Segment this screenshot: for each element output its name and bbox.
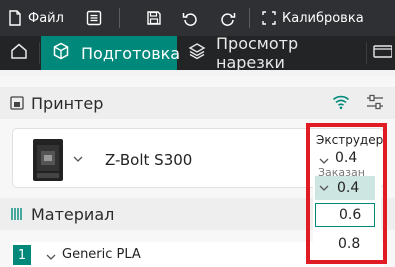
home-icon bbox=[10, 42, 28, 64]
nozzle-option[interactable]: 0.4 bbox=[315, 176, 375, 200]
extruder-current-value[interactable]: 0.4 bbox=[335, 150, 357, 166]
tab-prepare[interactable]: Подготовка bbox=[41, 36, 181, 70]
printer-name: Z-Bolt S300 bbox=[105, 151, 193, 169]
chevron-down-icon bbox=[73, 153, 83, 166]
tab-home[interactable] bbox=[0, 36, 38, 70]
material-index-badge: 1 bbox=[13, 245, 31, 265]
printer-icon bbox=[10, 95, 24, 114]
printer-section-title: Принтер bbox=[31, 93, 104, 113]
nozzle-option-label: 0.6 bbox=[339, 207, 362, 223]
printer-thumbnail bbox=[33, 139, 63, 181]
calibration-icon bbox=[262, 11, 276, 25]
wifi-icon[interactable] bbox=[332, 94, 350, 114]
tab-preview-label: Просмотр нарезки bbox=[216, 34, 299, 72]
redo-button[interactable] bbox=[220, 0, 236, 36]
redo-icon bbox=[220, 10, 236, 26]
window-icon bbox=[372, 43, 393, 63]
tab-divider bbox=[366, 42, 367, 64]
calibration-label: Калибровка bbox=[282, 10, 364, 26]
chevron-down-icon bbox=[46, 251, 56, 264]
tab-extra[interactable] bbox=[372, 36, 395, 70]
undo-button[interactable] bbox=[182, 0, 198, 36]
file-icon bbox=[8, 10, 22, 26]
cube-icon bbox=[52, 42, 70, 64]
chevron-down-icon bbox=[319, 180, 329, 196]
file-menu[interactable]: Файл bbox=[8, 0, 64, 36]
material-name: Generic PLA bbox=[62, 247, 141, 262]
nozzle-options-list: 0.4 0.6 0.8 bbox=[315, 176, 377, 256]
menu-icon bbox=[86, 10, 102, 26]
printer-section-header: Принтер bbox=[0, 87, 395, 119]
save-icon bbox=[146, 10, 162, 26]
toolbar-divider bbox=[249, 8, 250, 28]
undo-icon bbox=[182, 10, 198, 26]
tab-bar: Подготовка Просмотр нарезки bbox=[0, 34, 395, 72]
file-menu-label: Файл bbox=[28, 10, 64, 26]
nozzle-option-label: 0.4 bbox=[337, 180, 360, 196]
nozzle-option[interactable]: 0.8 bbox=[315, 232, 375, 256]
nozzle-option-label: 0.8 bbox=[338, 236, 361, 252]
extruder-dropdown: Экструдер 0.4 Заказан 0.4 0.6 0.8 bbox=[313, 130, 384, 260]
tab-preview[interactable]: Просмотр нарезки bbox=[178, 34, 356, 72]
tab-prepare-label: Подготовка bbox=[81, 43, 181, 63]
calibration-button[interactable]: Калибровка bbox=[262, 0, 364, 36]
save-button[interactable] bbox=[146, 0, 162, 36]
app-window: Файл Калибровка Подготовка Просмотр наре… bbox=[0, 0, 395, 267]
material-section-title: Материал bbox=[31, 204, 115, 224]
settings-sliders-icon[interactable] bbox=[366, 94, 384, 114]
nozzle-option[interactable]: 0.6 bbox=[315, 203, 375, 227]
extruder-label: Экструдер bbox=[316, 133, 384, 147]
menu-button[interactable] bbox=[86, 0, 102, 36]
filament-icon bbox=[10, 206, 26, 226]
top-toolbar: Файл Калибровка bbox=[0, 0, 395, 36]
tab-divider bbox=[39, 42, 40, 64]
toolbar-divider bbox=[119, 8, 120, 28]
layers-icon bbox=[188, 42, 206, 64]
